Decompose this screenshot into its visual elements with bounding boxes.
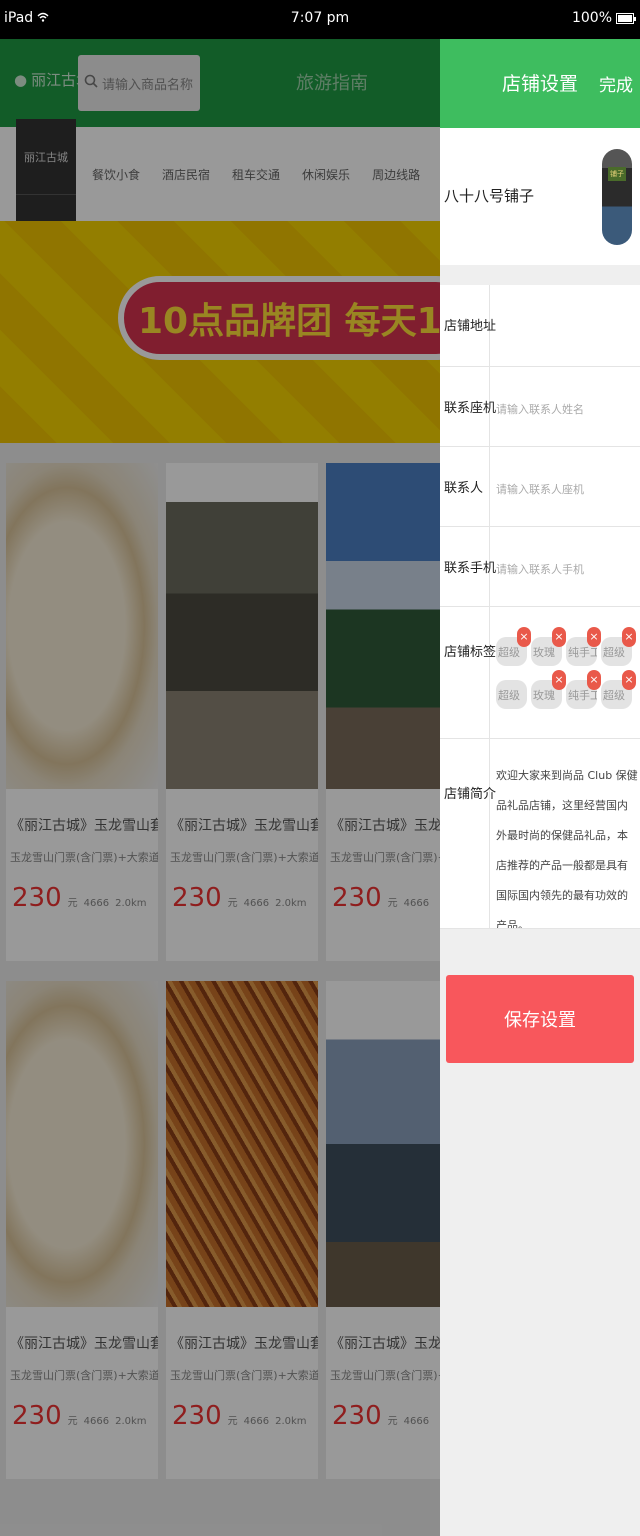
mobile-label: 联系手机 [440, 527, 496, 606]
address-input[interactable] [490, 285, 640, 366]
battery-icon [616, 12, 636, 24]
tags-row: 店铺标签 超级 × 玫瑰 × 纯手工 × 超级 × 超级 玫瑰 × 纯手工 × 超级 × [440, 607, 640, 739]
tag-chip[interactable]: 玫瑰 × [531, 627, 566, 666]
landline-label: 联系座机 [440, 367, 496, 446]
tag-label: 超级 [496, 680, 527, 709]
tag-chip[interactable]: 超级 × [601, 670, 636, 709]
contact-label: 联系人 [440, 447, 490, 526]
tags-list: 超级 × 玫瑰 × 纯手工 × 超级 × 超级 玫瑰 × 纯手工 × 超级 × [490, 607, 640, 738]
remove-tag-icon[interactable]: × [552, 670, 566, 690]
dim-overlay[interactable] [0, 39, 440, 1536]
tag-chip[interactable]: 纯手工 × [566, 627, 601, 666]
tag-chip[interactable]: 纯手工 × [566, 670, 601, 709]
tag-chip[interactable]: 超级 × [601, 627, 636, 666]
done-button[interactable]: 完成 [599, 71, 633, 96]
clock: 7:07 pm [290, 10, 350, 26]
intro-textarea[interactable]: 欢迎大家来到尚品 Club 保健品礼品店铺，这里经营国内外最时尚的保健品礼品，本… [490, 739, 640, 928]
shop-name: 八十八号铺子 [444, 187, 535, 205]
avatar-text: 铺子 [608, 167, 626, 181]
shop-avatar[interactable]: 铺子 [602, 149, 632, 245]
remove-tag-icon[interactable]: × [587, 627, 601, 647]
save-settings-button[interactable]: 保存设置 [446, 975, 634, 1063]
landline-row: 联系座机 请输入联系人姓名 [440, 367, 640, 447]
intro-row: 店铺简介 欢迎大家来到尚品 Club 保健品礼品店铺，这里经营国内外最时尚的保健… [440, 739, 640, 929]
contact-row: 联系人 请输入联系人座机 [440, 447, 640, 527]
status-bar: iPad 7:07 pm 100% [0, 0, 640, 39]
remove-tag-icon[interactable]: × [622, 627, 636, 647]
remove-tag-icon[interactable]: × [587, 670, 601, 690]
shop-settings-panel: 店铺设置 完成 八十八号铺子 铺子 店铺地址 联系座机 请输入联系人姓名 联系人… [440, 39, 640, 1536]
remove-tag-icon[interactable]: × [552, 627, 566, 647]
address-label: 店铺地址 [440, 285, 496, 366]
tags-label: 店铺标签 [440, 607, 496, 738]
battery-percent: 100% [571, 10, 612, 26]
remove-tag-icon[interactable]: × [622, 670, 636, 690]
shop-profile[interactable]: 八十八号铺子 铺子 [440, 128, 640, 265]
mobile-input[interactable]: 请输入联系人手机 [490, 527, 640, 606]
landline-input[interactable]: 请输入联系人姓名 [490, 367, 640, 446]
remove-tag-icon[interactable]: × [517, 627, 531, 647]
tag-chip[interactable]: 超级 [496, 680, 527, 709]
settings-form: 店铺地址 联系座机 请输入联系人姓名 联系人 请输入联系人座机 联系手机 请输入… [440, 285, 640, 929]
intro-label: 店铺简介 [440, 739, 496, 928]
tag-chip[interactable]: 超级 × [496, 627, 531, 666]
address-row: 店铺地址 [440, 285, 640, 367]
tag-chip[interactable]: 玫瑰 × [531, 670, 566, 709]
mobile-row: 联系手机 请输入联系人手机 [440, 527, 640, 607]
contact-input[interactable]: 请输入联系人座机 [490, 447, 640, 526]
panel-header: 店铺设置 完成 [440, 39, 640, 128]
